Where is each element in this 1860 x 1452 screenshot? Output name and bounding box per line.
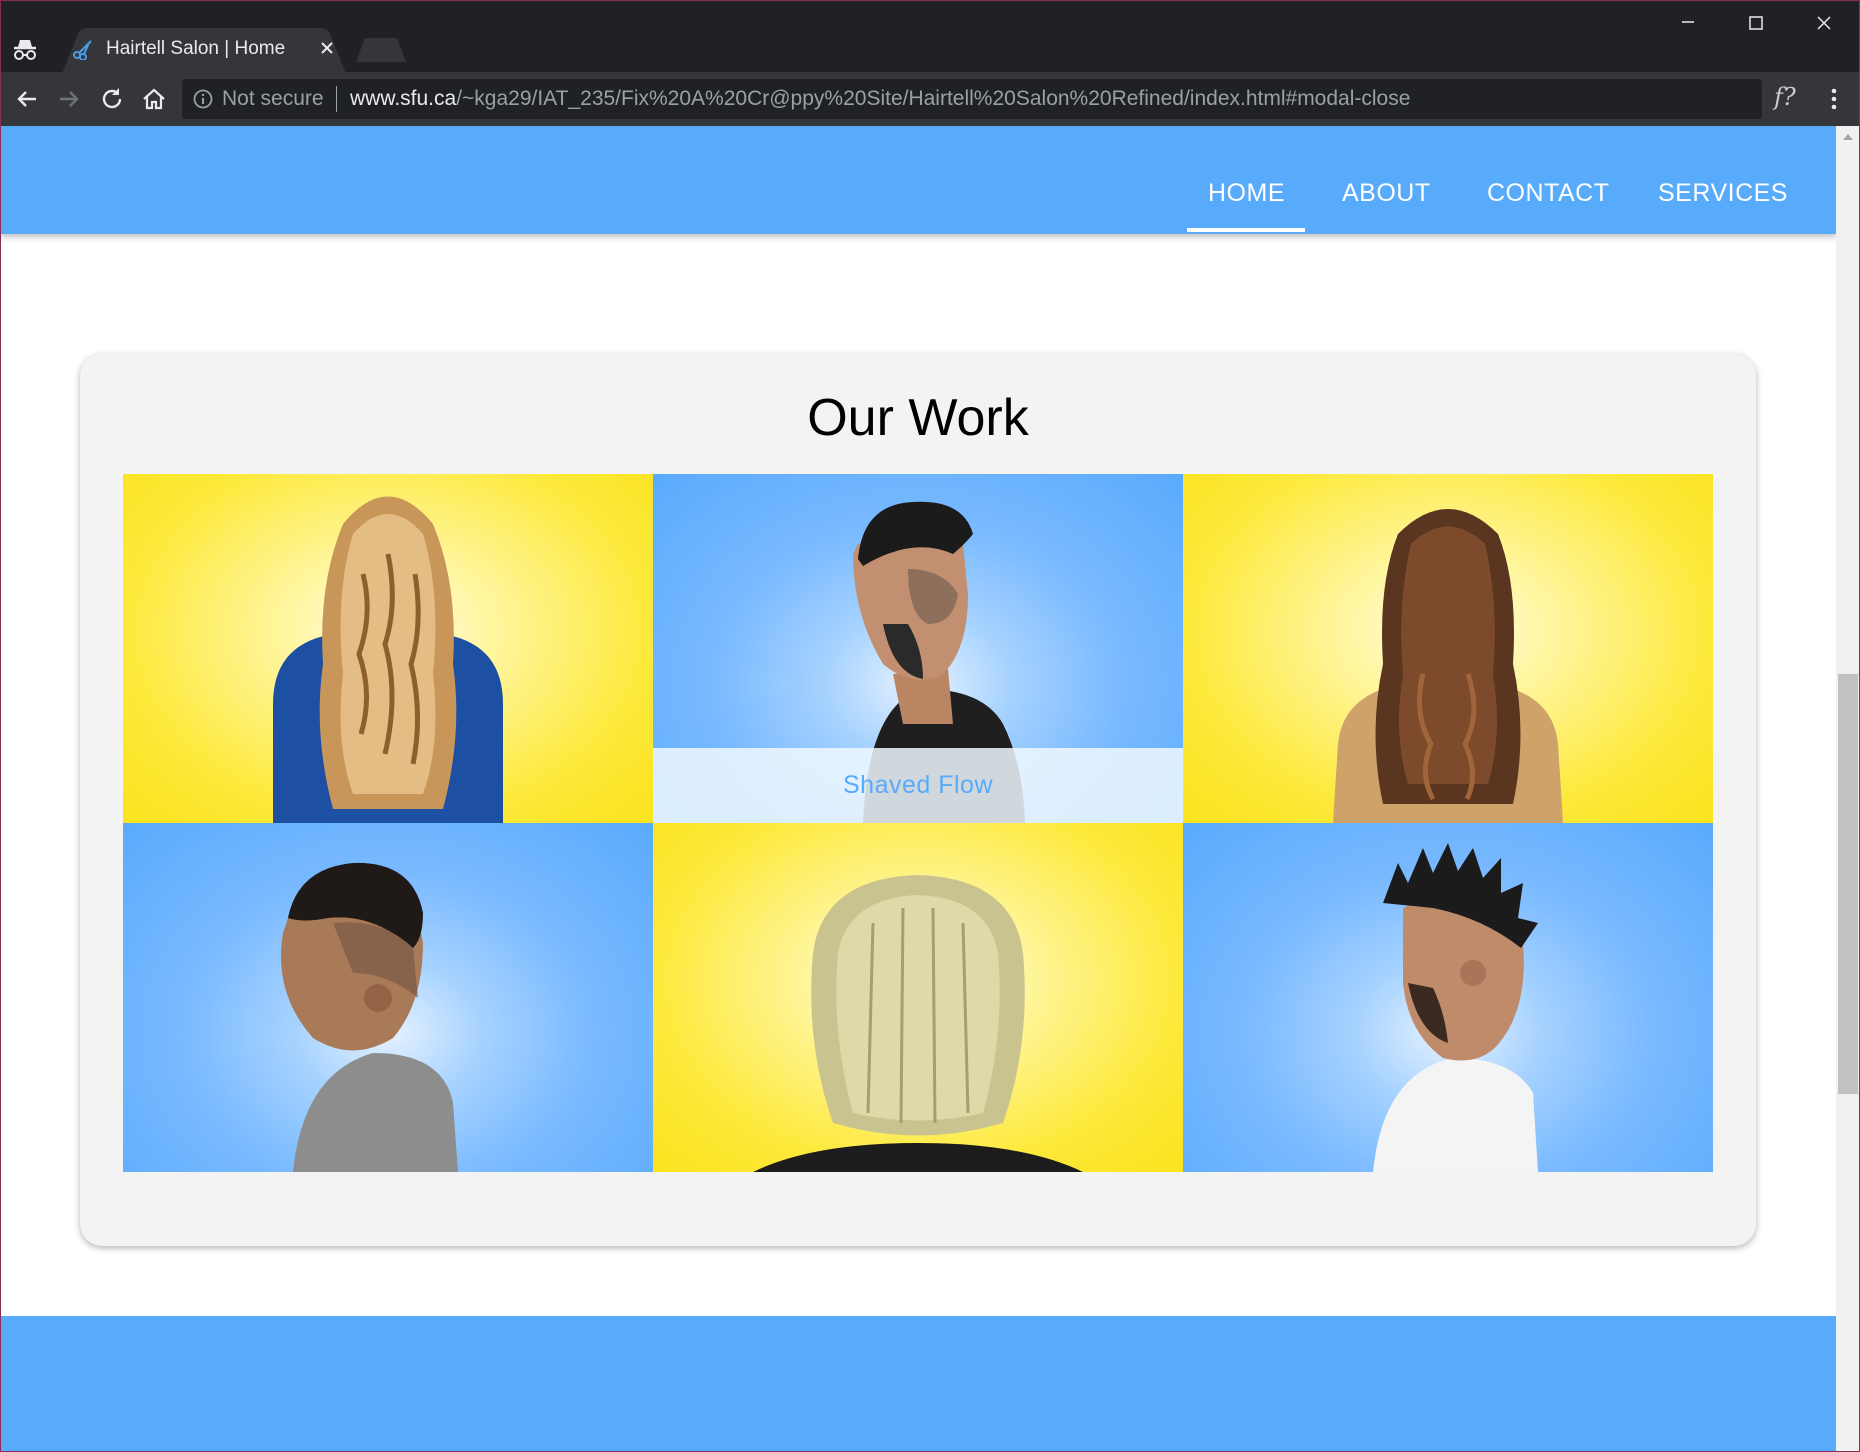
gallery-item-4[interactable]: [123, 823, 653, 1172]
incognito-icon: [14, 40, 36, 60]
nav-services[interactable]: SERVICES: [1658, 178, 1788, 208]
minimize-icon[interactable]: [1654, 0, 1722, 46]
gallery-caption: Shaved Flow: [653, 748, 1183, 823]
extension-icon[interactable]: f?: [1774, 82, 1796, 112]
scissors-favicon: [73, 40, 92, 60]
scrollbar-thumb[interactable]: [1838, 674, 1858, 1094]
reload-icon[interactable]: [97, 84, 127, 114]
gallery-item-5[interactable]: [653, 823, 1183, 1172]
gallery-item-6[interactable]: [1183, 823, 1713, 1172]
scroll-up-arrow-icon[interactable]: [1842, 132, 1854, 142]
section-title: Our Work: [807, 389, 1029, 447]
hairstyle-photo-4: [281, 862, 458, 1172]
nav-home[interactable]: HOME: [1208, 178, 1285, 208]
info-icon[interactable]: [192, 88, 214, 110]
url-text[interactable]: www.sfu.ca/~kga29/IAT_235/Fix%20A%20Cr@p…: [350, 86, 1410, 112]
hairstyle-photo-1: [273, 496, 503, 823]
gallery-item-1[interactable]: [123, 474, 653, 823]
back-icon[interactable]: [12, 84, 42, 114]
url-host: www.sfu.ca: [350, 87, 457, 110]
menu-icon[interactable]: [1824, 84, 1844, 114]
nav-about[interactable]: ABOUT: [1342, 178, 1431, 208]
close-window-icon[interactable]: [1790, 0, 1858, 46]
home-icon[interactable]: [139, 84, 169, 114]
security-status[interactable]: Not secure: [222, 86, 324, 112]
url-path: /~kga29/IAT_235/Fix%20A%20Cr@ppy%20Site/…: [456, 87, 1411, 110]
gallery-item-3[interactable]: [1183, 474, 1713, 823]
gallery-item-2[interactable]: Shaved Flow: [653, 474, 1183, 823]
site-footer: [0, 1316, 1836, 1452]
omnibox-divider: [336, 86, 337, 112]
forward-icon[interactable]: [54, 84, 84, 114]
work-gallery: Shaved Flow: [123, 474, 1713, 1172]
hairstyle-photo-5: [753, 875, 1083, 1172]
hairstyle-photo-3: [1333, 509, 1563, 823]
site-header: HOME ABOUT CONTACT SERVICES: [0, 126, 1836, 234]
maximize-icon[interactable]: [1722, 0, 1790, 46]
close-tab-icon[interactable]: [316, 37, 338, 59]
tab-title: Hairtell Salon | Home: [106, 38, 286, 59]
hairstyle-photo-6: [1373, 843, 1538, 1172]
active-nav-indicator: [1187, 228, 1305, 232]
new-tab-icon[interactable]: [356, 38, 406, 62]
page-viewport: HOME ABOUT CONTACT SERVICES Our Work Sha…: [0, 126, 1836, 1452]
nav-contact[interactable]: CONTACT: [1487, 178, 1609, 208]
